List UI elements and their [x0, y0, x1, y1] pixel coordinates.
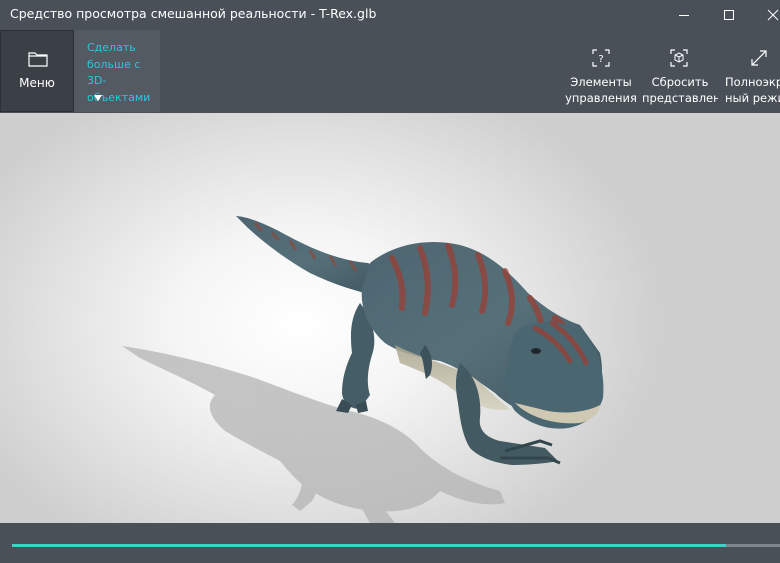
close-icon: [767, 9, 779, 20]
close-button[interactable]: [750, 0, 780, 29]
minimize-icon: [679, 14, 689, 16]
help-controls-icon: ?: [592, 49, 610, 67]
window-title: Средство просмотра смешанной реальности …: [10, 6, 377, 21]
controls-button[interactable]: ? Элементы управления: [560, 29, 642, 113]
fullscreen-label-line: ный режи: [725, 91, 780, 105]
title-bar: Средство просмотра смешанной реальности …: [0, 0, 780, 29]
reset-label-line: представлен: [642, 91, 718, 105]
controls-label-line: Элементы: [570, 75, 632, 89]
3d-viewport[interactable]: [0, 113, 780, 523]
fullscreen-label: Полноэкр ный режи: [725, 74, 780, 106]
reset-label: Сбросить представлен: [642, 74, 718, 106]
minimize-button[interactable]: [661, 0, 707, 29]
menu-button[interactable]: Меню: [0, 30, 74, 112]
controls-label-line: управления: [565, 91, 637, 105]
fullscreen-button[interactable]: Полноэкр ный режи: [718, 29, 780, 113]
promo-line: больше с: [87, 57, 141, 71]
controls-label: Элементы управления: [560, 74, 642, 106]
fullscreen-expand-icon: [751, 50, 767, 66]
maximize-icon: [724, 9, 734, 20]
trex-eye: [531, 348, 541, 354]
promo-line: 3D-: [87, 74, 107, 87]
animation-bar: [0, 523, 780, 563]
svg-text:?: ?: [598, 54, 603, 65]
maximize-button[interactable]: [706, 0, 752, 29]
animation-timeline[interactable]: [12, 544, 780, 547]
toolbar: Меню Сделать больше с 3D- объектами ? Эл…: [0, 29, 780, 113]
menu-label: Меню: [19, 76, 55, 90]
reset-view-cube-icon: [670, 49, 688, 67]
animation-progress-fill: [12, 544, 727, 547]
reset-label-line: Сбросить: [651, 75, 709, 89]
mixed-reality-viewer-window: Средство просмотра смешанной реальности …: [0, 0, 780, 563]
promo-line: Сделать: [87, 41, 136, 54]
fullscreen-label-line: Полноэкр: [725, 75, 780, 89]
folder-icon: [28, 52, 48, 67]
trex-model: [122, 216, 604, 523]
caret-down-icon: [94, 95, 102, 101]
reset-view-button[interactable]: Сбросить представлен: [642, 29, 718, 113]
promo-3d-objects-button[interactable]: Сделать больше с 3D- объектами: [74, 30, 160, 112]
